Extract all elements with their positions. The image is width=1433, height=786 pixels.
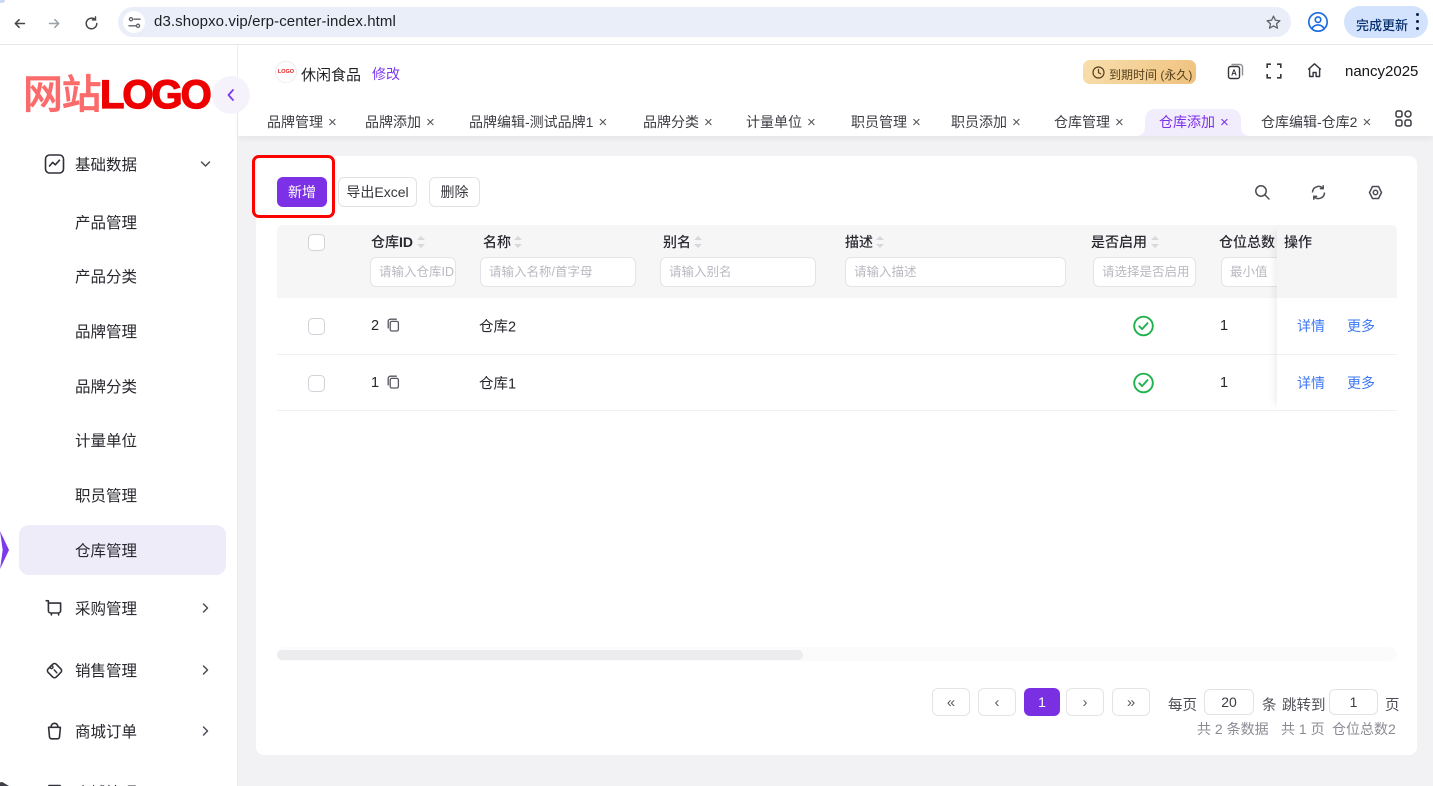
svg-text:A: A bbox=[1231, 69, 1237, 78]
